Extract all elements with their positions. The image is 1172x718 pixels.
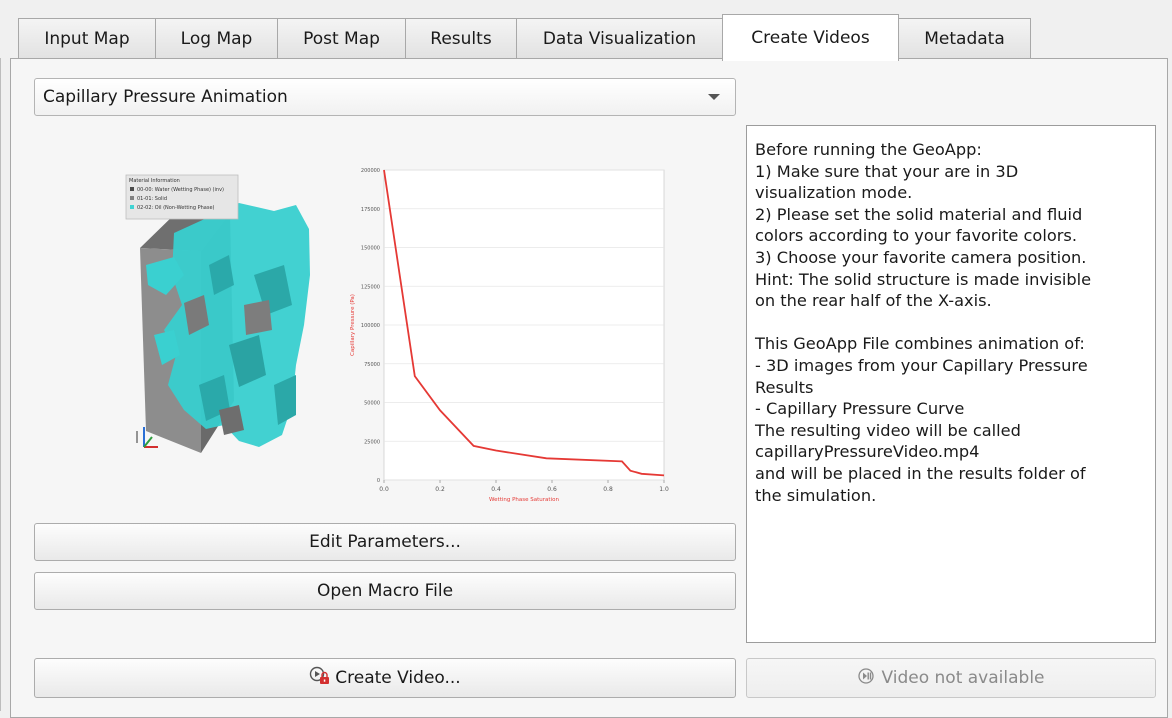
tab-input-map[interactable]: Input Map: [18, 18, 156, 58]
chart-y-tick-label: 50000: [364, 401, 380, 407]
info-line: [755, 312, 1147, 334]
video-lock-icon: [309, 666, 331, 691]
animation-select-value: Capillary Pressure Animation: [43, 87, 288, 107]
play-pause-icon: [857, 667, 877, 690]
legend-item: 01-01: Solid: [137, 196, 167, 202]
instructions-text-box[interactable]: Before running the GeoApp: 1) Make sure …: [746, 125, 1156, 643]
tab-metadata[interactable]: Metadata: [898, 18, 1031, 58]
chart-y-tick-label: 175000: [361, 207, 380, 213]
info-line: - 3D images from your Capillary Pressure: [755, 355, 1088, 375]
window-edge: [0, 58, 1, 711]
preview-canvas: Material Information 00-00: Water (Wetti…: [125, 168, 669, 503]
legend-item: 02-02: Oil (Non-Wetting Phase): [137, 205, 215, 211]
chart-x-tick-label: 0.6: [547, 486, 557, 493]
info-line: on the rear half of the X-axis.: [755, 291, 992, 311]
tab-results[interactable]: Results: [405, 18, 517, 58]
video-status-label: Video not available: [881, 668, 1045, 688]
open-macro-file-label: Open Macro File: [316, 581, 454, 601]
material-legend: Material Information 00-00: Water (Wetti…: [125, 174, 239, 220]
chart-y-tick-label: 150000: [361, 246, 380, 252]
info-line: 1) Make sure that your are in 3D: [755, 161, 1019, 181]
info-line: visualization mode.: [755, 183, 913, 203]
info-line: the simulation.: [755, 485, 877, 505]
legend-swatch: [130, 205, 134, 209]
rock-3d-render: [140, 203, 310, 453]
chart-x-axis-label: Wetting Phase Saturation: [489, 497, 559, 503]
legend-swatch: [130, 187, 134, 191]
info-line: Hint: The solid structure is made invisi…: [755, 269, 1092, 289]
info-line: This GeoApp File combines animation of:: [755, 334, 1085, 354]
animation-preview: Material Information 00-00: Water (Wetti…: [34, 125, 736, 515]
info-line: 3) Choose your favorite camera position.: [755, 247, 1087, 267]
capillary-pressure-chart: 0 25000 50000 75000 100000 125000 150000 175000…: [350, 168, 669, 503]
chart-y-axis-label: Capillary Pressure (Pa): [350, 294, 356, 356]
chart-x-tick-label: 0.0: [379, 486, 389, 493]
video-status-button[interactable]: Video not available: [746, 658, 1156, 698]
chart-y-tick-label: 75000: [364, 362, 380, 368]
chart-y-tick-label: 125000: [361, 284, 380, 290]
info-line: Before running the GeoApp:: [755, 140, 982, 159]
legend-swatch: [130, 196, 134, 200]
info-line: and will be placed in the results folder…: [755, 463, 1086, 483]
chart-y-tick-label: 0: [377, 478, 380, 484]
edit-parameters-label: Edit Parameters...: [309, 532, 461, 552]
chart-y-tick-label: 100000: [361, 323, 380, 329]
tab-bar: Input Map Log Map Post Map Results Data …: [0, 0, 1172, 61]
tab-log-map[interactable]: Log Map: [155, 18, 278, 58]
edit-parameters-button[interactable]: Edit Parameters...: [34, 523, 736, 561]
chart-x-tick-label: 0.2: [435, 486, 445, 493]
open-macro-file-button[interactable]: Open Macro File: [34, 572, 736, 610]
create-video-button[interactable]: Create Video...: [34, 658, 736, 698]
chevron-down-icon[interactable]: [708, 94, 720, 100]
tab-post-map[interactable]: Post Map: [277, 18, 406, 58]
info-line: 2) Please set the solid material and flu…: [755, 204, 1083, 224]
info-line: colors according to your favorite colors…: [755, 226, 1077, 246]
legend-item: 00-00: Water (Wetting Phase) (inv): [137, 187, 224, 193]
info-line: Results: [755, 377, 814, 397]
chart-y-tick-label: 25000: [364, 439, 380, 445]
create-video-label: Create Video...: [335, 668, 461, 688]
tab-data-visualization[interactable]: Data Visualization: [516, 18, 723, 58]
chart-y-tick-label: 200000: [361, 168, 380, 174]
chart-x-tick-label: 1.0: [659, 486, 669, 493]
tab-create-videos[interactable]: Create Videos: [722, 14, 899, 61]
chart-x-tick-label: 0.8: [603, 486, 613, 493]
info-line: - Capillary Pressure Curve: [755, 399, 965, 419]
animation-select[interactable]: Capillary Pressure Animation: [34, 78, 736, 116]
legend-title: Material Information: [129, 178, 180, 184]
info-line: The resulting video will be called: [755, 420, 1021, 440]
chart-x-tick-label: 0.4: [491, 486, 501, 493]
info-line: capillaryPressureVideo.mp4: [755, 442, 980, 462]
